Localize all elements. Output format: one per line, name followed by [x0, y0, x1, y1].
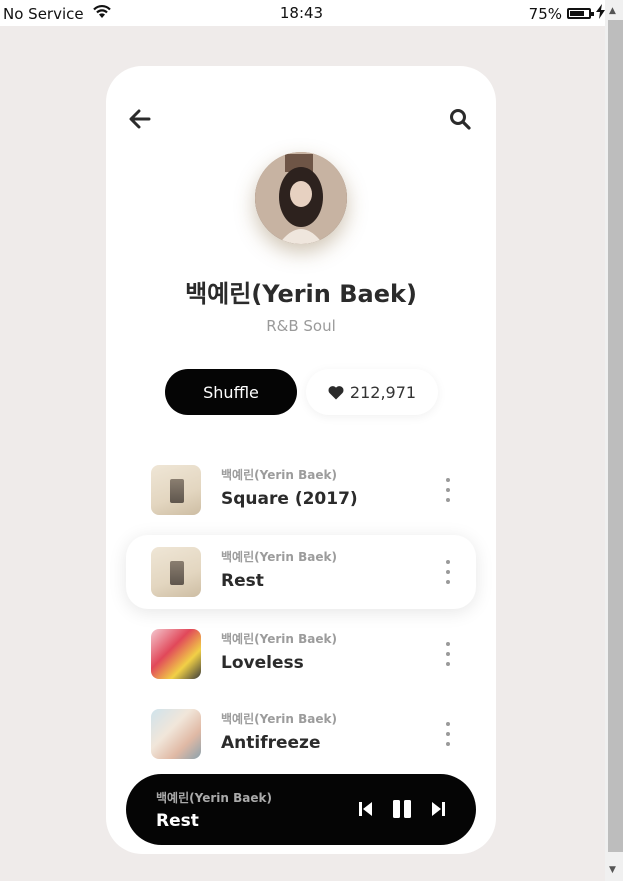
track-artist: 백예린(Yerin Baek) [221, 468, 337, 482]
artist-genre: R&B Soul [266, 317, 336, 335]
arrow-left-icon [129, 109, 151, 129]
track-cover [151, 629, 201, 679]
more-vertical-icon[interactable] [442, 642, 454, 666]
more-vertical-icon[interactable] [442, 722, 454, 746]
like-count: 212,971 [349, 382, 417, 402]
more-vertical-icon[interactable] [442, 560, 454, 584]
heart-icon [328, 385, 344, 399]
now-playing-artist: 백예린(Yerin Baek) [156, 791, 272, 805]
track-artist: 백예린(Yerin Baek) [221, 712, 337, 726]
scroll-down-arrow-icon[interactable]: ▼ [609, 865, 616, 875]
battery-percent: 75% [528, 4, 562, 23]
like-button[interactable]: 212,971 [306, 369, 438, 415]
artist-avatar [255, 152, 347, 244]
scroll-up-arrow-icon[interactable]: ▲ [609, 6, 616, 16]
track-cover [151, 547, 201, 597]
status-time: 18:43 [279, 4, 324, 22]
artist-card: 백예린(Yerin Baek) R&B Soul Shuffle 212,971… [106, 66, 496, 854]
track-row[interactable]: 백예린(Yerin Baek) Antifreeze [126, 697, 476, 771]
search-icon [450, 109, 471, 130]
track-cover [151, 465, 201, 515]
scrollbar[interactable]: ▲ ▼ [605, 0, 623, 881]
status-right: 75% [529, 4, 605, 23]
artist-name: 백예린(Yerin Baek) [185, 280, 417, 308]
charging-icon [596, 4, 605, 23]
track-title: Antifreeze [221, 733, 321, 753]
track-row-active[interactable]: 백예린(Yerin Baek) Rest [126, 535, 476, 609]
more-vertical-icon[interactable] [442, 478, 454, 502]
search-button[interactable] [446, 105, 474, 133]
track-artist: 백예린(Yerin Baek) [221, 550, 337, 564]
shuffle-button[interactable]: Shuffle [165, 369, 297, 415]
track-row[interactable]: 백예린(Yerin Baek) Square (2017) [126, 453, 476, 527]
track-row[interactable]: 백예린(Yerin Baek) Loveless [126, 617, 476, 691]
track-title: Loveless [221, 653, 304, 673]
now-playing-title: Rest [156, 811, 199, 831]
track-artist: 백예린(Yerin Baek) [221, 632, 337, 646]
track-cover [151, 709, 201, 759]
scroll-thumb[interactable] [608, 20, 623, 852]
mini-player[interactable]: 백예린(Yerin Baek) Rest [126, 774, 476, 845]
track-title: Square (2017) [221, 489, 358, 509]
status-bar: No Service 18:43 75% [0, 0, 623, 26]
track-title: Rest [221, 571, 264, 591]
pause-icon[interactable] [390, 797, 414, 821]
back-button[interactable] [126, 105, 154, 133]
skip-previous-icon[interactable] [358, 799, 374, 819]
battery-icon [567, 8, 594, 19]
skip-next-icon[interactable] [430, 799, 446, 819]
